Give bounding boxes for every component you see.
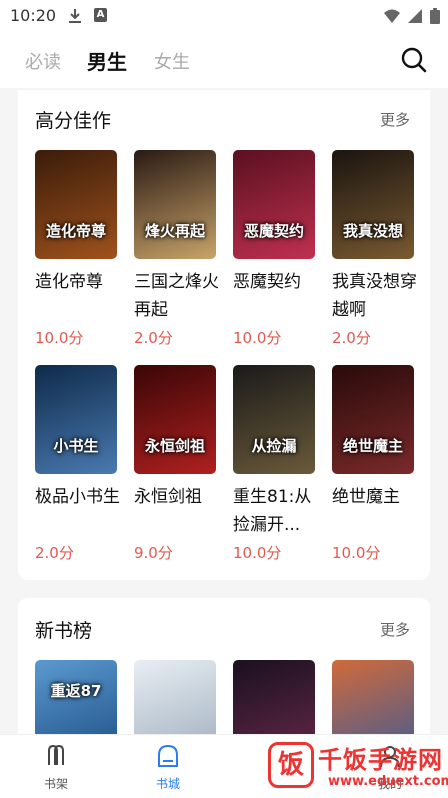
tab-male[interactable]: 男生: [87, 46, 127, 75]
book-card[interactable]: 绝世魔主 绝世魔主 10.0分: [332, 365, 414, 563]
tab-bidu[interactable]: 必读: [25, 48, 61, 74]
book-cover[interactable]: 小书生: [35, 365, 117, 474]
book-card[interactable]: 小书生 极品小书生 2.0分: [35, 365, 120, 563]
search-icon[interactable]: [400, 46, 428, 74]
book-card[interactable]: 从捡漏 重生81:从捡漏开... 10.0分: [233, 365, 315, 563]
book-card[interactable]: 我真没想 我真没想穿越啊 2.0分: [332, 150, 417, 348]
section-high-score: 高分佳作 更多 造化帝尊 造化帝尊 10.0分 烽火再起 三国之烽火再起 2.0…: [18, 90, 430, 580]
book-cover[interactable]: 从捡漏: [233, 365, 315, 474]
book-card[interactable]: 烽火再起 三国之烽火再起 2.0分: [134, 150, 219, 348]
book-score: 10.0分: [233, 329, 282, 347]
more-link[interactable]: 更多: [380, 109, 410, 130]
download-icon: [69, 9, 81, 23]
book-card[interactable]: 恶魔契约 恶魔契约 10.0分: [233, 150, 315, 348]
status-time: 10:20: [10, 6, 57, 25]
book-cover[interactable]: 烽火再起: [134, 150, 216, 259]
section-title: 新书榜: [35, 620, 93, 642]
signal-icon: [408, 9, 422, 23]
tab-female[interactable]: 女生: [154, 48, 190, 74]
book-score: 10.0分: [332, 544, 381, 562]
nav-bookstore[interactable]: 书城: [138, 743, 198, 792]
bookshelf-icon: [48, 744, 64, 765]
book-cover[interactable]: 绝世魔主: [332, 365, 414, 474]
book-title: 恶魔契约: [233, 272, 301, 292]
nav-bookshelf[interactable]: 书架: [26, 743, 86, 792]
book-title: 三国之烽火再起: [134, 272, 219, 320]
watermark-title: 千饭手游网: [318, 746, 443, 774]
book-score: 2.0分: [332, 329, 371, 347]
bookstore-icon: [158, 744, 178, 767]
book-score: 2.0分: [35, 544, 74, 562]
book-card[interactable]: 永恒剑祖 永恒剑祖 9.0分: [134, 365, 216, 563]
book-cover[interactable]: 恶魔契约: [233, 150, 315, 259]
watermark: 饭 千饭手游网 www.eduext.com: [262, 738, 448, 798]
accessibility-icon: A: [94, 8, 107, 22]
book-cover[interactable]: 我真没想: [332, 150, 414, 259]
book-card[interactable]: 造化帝尊 造化帝尊 10.0分: [35, 150, 117, 348]
watermark-url: www.eduext.com: [328, 774, 448, 789]
book-cover[interactable]: 永恒剑祖: [134, 365, 216, 474]
book-title: 极品小书生: [35, 487, 120, 507]
book-title: 重生81:从捡漏开...: [233, 487, 312, 535]
book-title: 我真没想穿越啊: [332, 272, 417, 320]
book-title: 永恒剑祖: [134, 487, 202, 507]
section-title: 高分佳作: [35, 110, 112, 132]
book-cover[interactable]: 造化帝尊: [35, 150, 117, 259]
book-score: 10.0分: [35, 329, 84, 347]
book-score: 10.0分: [233, 544, 282, 562]
book-score: 2.0分: [134, 329, 173, 347]
book-title: 绝世魔主: [332, 487, 400, 507]
watermark-logo: 饭: [268, 742, 314, 788]
book-score: 9.0分: [134, 544, 173, 562]
wifi-icon: [384, 9, 400, 23]
more-link[interactable]: 更多: [380, 619, 410, 640]
book-title: 造化帝尊: [35, 272, 103, 292]
top-nav: 必读 男生 女生: [0, 32, 448, 88]
battery-icon: [430, 8, 440, 24]
status-bar: 10:20 A: [0, 0, 448, 32]
